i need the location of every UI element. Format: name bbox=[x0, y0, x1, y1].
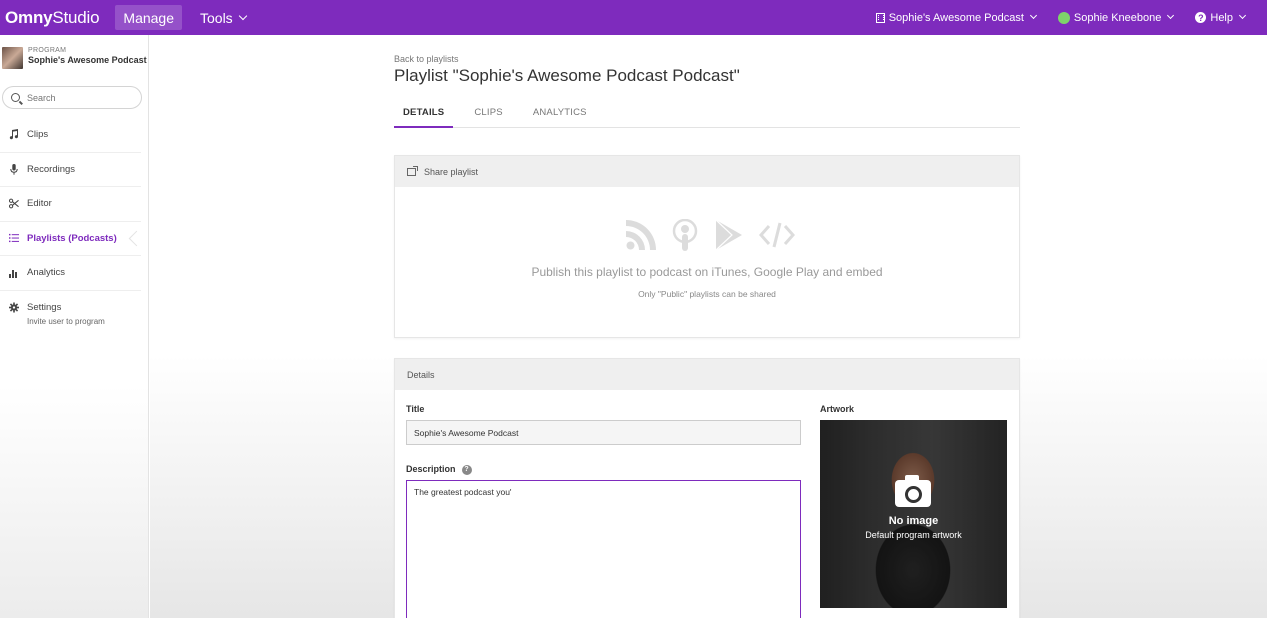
artwork-upload[interactable]: No image Default program artwork bbox=[820, 420, 1007, 608]
search-input[interactable] bbox=[27, 92, 127, 103]
question-circle-icon: ? bbox=[1195, 12, 1207, 23]
tab-details[interactable]: DETAILS bbox=[394, 102, 454, 128]
playlist-tabs: DETAILS CLIPS ANALYTICS bbox=[394, 102, 1020, 128]
tools-menu-button[interactable]: Tools bbox=[192, 5, 254, 30]
details-header: Details bbox=[395, 359, 1019, 390]
rss-icon bbox=[626, 220, 656, 250]
share-playlist-panel: Share playlist Publish this playlist to … bbox=[394, 155, 1020, 338]
music-note-icon bbox=[9, 129, 19, 140]
list-icon bbox=[9, 233, 19, 244]
page-title: Playlist "Sophie's Awesome Podcast Podca… bbox=[394, 66, 740, 85]
search-icon bbox=[11, 93, 20, 102]
details-panel: Details Title Description? The greatest … bbox=[394, 358, 1020, 618]
title-label: Title bbox=[406, 404, 425, 414]
tab-analytics[interactable]: ANALYTICS bbox=[524, 102, 596, 128]
organization-name: Sophie's Awesome Podcast bbox=[888, 11, 1024, 24]
program-selector[interactable]: PROGRAM Sophie's Awesome Podcast bbox=[2, 47, 147, 69]
scissors-icon bbox=[9, 198, 19, 209]
top-navigation-bar: Omny Studio Manage Tools Sophie's Awesome… bbox=[0, 0, 1267, 35]
artwork-overlay bbox=[820, 420, 1007, 608]
invite-user-link[interactable]: Invite user to program bbox=[27, 317, 149, 326]
description-label: Description bbox=[406, 464, 456, 474]
logo-brand: Omny bbox=[5, 7, 53, 27]
chevron-down-icon bbox=[1029, 11, 1037, 20]
chevron-down-icon bbox=[238, 11, 247, 20]
sidebar-item-analytics[interactable]: Analytics bbox=[0, 256, 141, 291]
sidebar-item-label: Clips bbox=[27, 129, 49, 141]
program-label: PROGRAM bbox=[28, 47, 67, 54]
help-label: Help bbox=[1210, 11, 1233, 24]
tools-label: Tools bbox=[200, 9, 233, 26]
sidebar-item-label: Editor bbox=[27, 198, 52, 210]
default-artwork-text: Default program artwork bbox=[865, 530, 962, 540]
manage-label: Manage bbox=[123, 9, 174, 26]
google-play-icon bbox=[715, 220, 742, 250]
manage-nav-button[interactable]: Manage bbox=[115, 5, 182, 30]
user-menu[interactable]: Sophie Kneebone bbox=[1057, 11, 1175, 24]
publish-text: Publish this playlist to podcast on iTun… bbox=[531, 265, 883, 279]
sidebar-item-recordings[interactable]: Recordings bbox=[0, 153, 141, 187]
sidebar-item-label: Settings bbox=[27, 302, 62, 314]
gear-icon bbox=[9, 302, 19, 313]
description-textarea[interactable]: The greatest podcast you' bbox=[406, 480, 801, 618]
help-menu[interactable]: ? Help bbox=[1195, 11, 1247, 24]
share-playlist-label: Share playlist bbox=[424, 166, 479, 177]
artwork-label: Artwork bbox=[820, 404, 855, 414]
program-name: Sophie's Awesome Podcast bbox=[28, 55, 147, 65]
tab-clips[interactable]: CLIPS bbox=[465, 102, 511, 128]
sidebar-item-label: Recordings bbox=[27, 163, 76, 175]
bar-chart-icon bbox=[9, 267, 19, 278]
user-name: Sophie Kneebone bbox=[1073, 11, 1162, 24]
building-icon bbox=[875, 12, 885, 23]
help-icon[interactable]: ? bbox=[461, 464, 472, 475]
sidebar-item-editor[interactable]: Editor bbox=[0, 187, 141, 222]
sidebar-item-label: Playlists (Podcasts) bbox=[27, 232, 117, 244]
sidebar-search bbox=[2, 86, 142, 109]
public-only-note: Only "Public" playlists can be shared bbox=[638, 289, 776, 299]
organization-switcher[interactable]: Sophie's Awesome Podcast bbox=[875, 11, 1037, 24]
share-icon bbox=[407, 165, 418, 176]
sidebar-item-playlists[interactable]: Playlists (Podcasts) bbox=[0, 222, 141, 256]
sidebar-item-label: Analytics bbox=[27, 267, 66, 279]
user-avatar bbox=[1057, 11, 1070, 24]
sidebar-item-clips[interactable]: Clips bbox=[0, 118, 141, 153]
sidebar-menu: Clips Recordings Editor Playlists (Podca… bbox=[0, 118, 149, 326]
sidebar: PROGRAM Sophie's Awesome Podcast Clips R… bbox=[0, 35, 149, 618]
no-image-text: No image bbox=[888, 515, 939, 527]
main-content: Back to playlists Playlist "Sophie's Awe… bbox=[150, 35, 1267, 618]
omny-studio-logo[interactable]: Omny Studio bbox=[5, 0, 100, 35]
podcast-icon bbox=[672, 219, 698, 251]
share-playlist-header[interactable]: Share playlist bbox=[395, 156, 1019, 187]
logo-product: Studio bbox=[52, 7, 100, 27]
chevron-down-icon bbox=[1167, 11, 1175, 20]
share-destinations bbox=[626, 219, 810, 251]
description-label-row: Description? bbox=[406, 464, 472, 475]
microphone-icon bbox=[9, 163, 19, 175]
title-input[interactable] bbox=[406, 420, 801, 445]
embed-code-icon bbox=[759, 222, 795, 248]
camera-icon bbox=[895, 475, 931, 507]
program-thumbnail bbox=[2, 47, 23, 69]
back-to-playlists-link[interactable]: Back to playlists bbox=[394, 54, 459, 64]
chevron-down-icon bbox=[1238, 11, 1247, 20]
